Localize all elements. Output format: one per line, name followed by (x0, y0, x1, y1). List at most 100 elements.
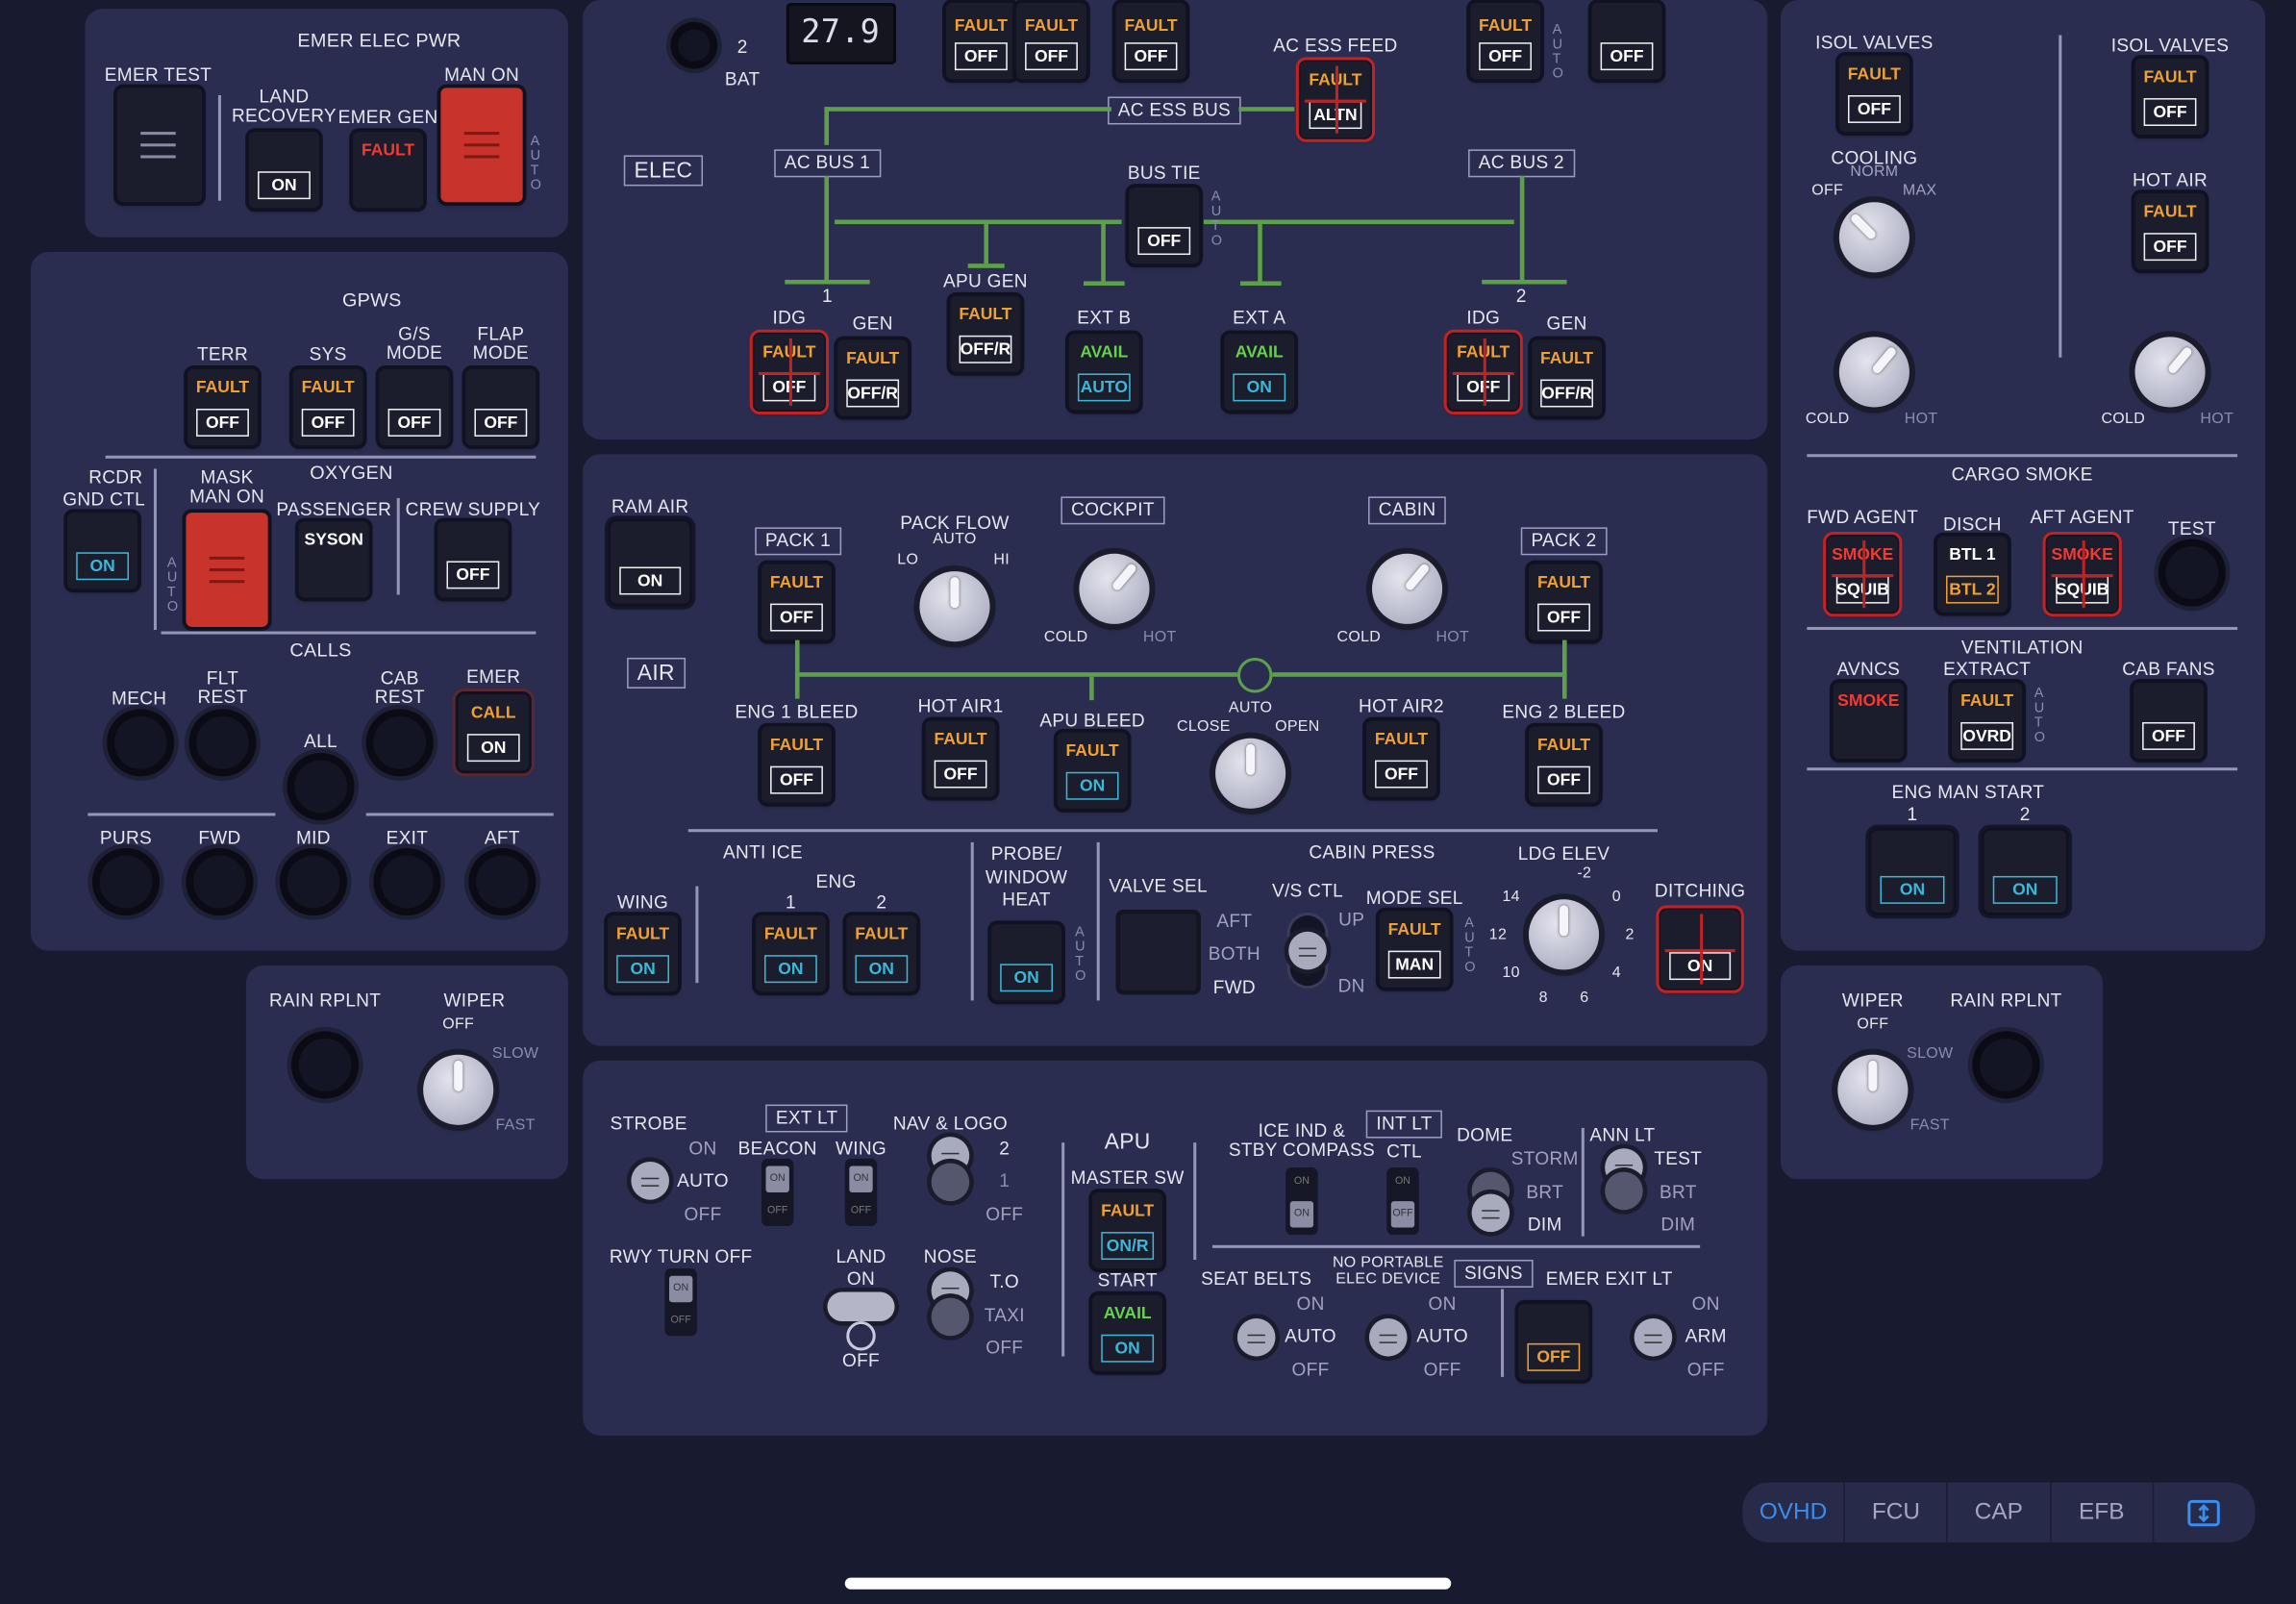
disch-button[interactable]: BTL 1 BTL 2 (1936, 536, 2008, 613)
avncs-button[interactable]: SMOKE (1833, 682, 1904, 760)
ac-ess-feed-button[interactable]: FAULT ALTN (1295, 57, 1376, 142)
hot-air2-button[interactable]: FAULT OFF (1365, 720, 1437, 797)
valve-sel-guard[interactable] (1115, 909, 1201, 995)
ext-a-button[interactable]: AVAIL ON (1224, 334, 1295, 411)
extract-button[interactable]: FAULT OVRD (1952, 682, 2023, 760)
eng1-anti-ice-button[interactable]: FAULT ON (755, 915, 826, 992)
cab-rest-call-button[interactable] (365, 709, 434, 777)
no-portable-switch[interactable] (1368, 1317, 1408, 1357)
apu-gen-button[interactable]: FAULT OFF/R (950, 295, 1021, 372)
gpws-flap-mode-button[interactable]: OFF (465, 368, 537, 446)
gen2-button[interactable]: FAULT OFF/R (1532, 339, 1603, 416)
wiper-left-knob[interactable] (423, 1054, 494, 1125)
elec-top-pb-3[interactable]: FAULT OFF (1115, 3, 1186, 80)
probe-window-heat-button[interactable]: ON (991, 924, 1062, 1001)
idg1-button[interactable]: FAULT OFF (749, 329, 829, 415)
cargo-smoke-test-button[interactable] (2158, 539, 2226, 607)
ctl-toggle[interactable]: OFF ON (1386, 1167, 1419, 1236)
elec-top-pb-4[interactable]: FAULT OFF (1470, 3, 1541, 80)
eng1-bleed-button[interactable]: FAULT OFF (761, 726, 833, 803)
tab-ovhd[interactable]: OVHD (1742, 1482, 1846, 1543)
wing-lt-toggle[interactable]: ON OFF (844, 1158, 878, 1226)
emer-call-button[interactable]: CALL ON (452, 688, 535, 777)
strobe-switch[interactable] (631, 1161, 669, 1200)
bat-2-button[interactable] (670, 21, 718, 69)
pack1-button[interactable]: FAULT OFF (761, 564, 833, 640)
bus-tie-button[interactable]: OFF (1129, 187, 1200, 264)
tab-efb[interactable]: EFB (2051, 1482, 2154, 1543)
wing-anti-ice-button[interactable]: FAULT ON (608, 915, 679, 992)
aft-agent-button[interactable]: SMOKE SQUIB (2042, 531, 2122, 617)
mask-man-on-guarded-button[interactable] (186, 513, 268, 627)
ram-air-button[interactable]: ON (604, 515, 696, 610)
gpws-terr-button[interactable]: FAULT OFF (187, 368, 259, 446)
rain-rplnt-left-button[interactable] (291, 1031, 360, 1099)
emer-test-button[interactable] (116, 88, 203, 203)
fwd-agent-button[interactable]: SMOKE SQUIB (1823, 531, 1903, 617)
man-on-guarded-button[interactable] (440, 88, 523, 203)
all-call-button[interactable] (287, 752, 355, 821)
temp-knob-left[interactable] (1838, 337, 1909, 408)
fwd-call-button[interactable] (186, 847, 254, 916)
exit-call-button[interactable] (373, 847, 441, 916)
resize-icon[interactable] (2154, 1483, 2255, 1542)
cab-fans-button[interactable]: OFF (2133, 682, 2205, 760)
isol-valves-left-button[interactable]: FAULT OFF (1838, 55, 1909, 133)
rcdr-gnd-ctl-button[interactable]: ON (67, 513, 138, 589)
mid-call-button[interactable] (279, 847, 347, 916)
cabin-temp-knob[interactable] (1372, 553, 1443, 624)
eng2-anti-ice-button[interactable]: FAULT ON (846, 915, 917, 992)
cockpit-temp-knob[interactable] (1079, 553, 1150, 624)
bat-num: 2 (736, 37, 748, 58)
gpws-sys-button[interactable]: FAULT OFF (292, 368, 363, 446)
apu-master-sw-button[interactable]: FAULT ON/R (1092, 1191, 1163, 1269)
hot-air-button[interactable]: FAULT OFF (2134, 193, 2206, 270)
rain-rplnt-right-button[interactable] (1972, 1031, 2040, 1099)
aft-call-button[interactable] (468, 847, 537, 916)
hot-air1-button[interactable]: FAULT OFF (925, 720, 996, 797)
apu-bleed-button[interactable]: FAULT ON (1057, 732, 1128, 809)
ext-b-button[interactable]: AVAIL AUTO (1068, 334, 1139, 411)
idg2-button[interactable]: FAULT OFF (1443, 329, 1523, 415)
eng2-bleed-button[interactable]: FAULT OFF (1528, 726, 1600, 803)
emer-exit-lt-button[interactable]: OFF (1518, 1303, 1589, 1380)
tab-fcu[interactable]: FCU (1845, 1482, 1949, 1543)
wiper-right-knob[interactable] (1837, 1054, 1909, 1125)
seat-belts-switch[interactable] (1236, 1317, 1276, 1357)
xbleed-knob[interactable] (1215, 738, 1286, 809)
pack2-button[interactable]: FAULT OFF (1528, 564, 1600, 640)
rwy-turn-off-toggle[interactable]: ON OFF (664, 1268, 697, 1337)
ice-ind-toggle[interactable]: ON ON (1285, 1167, 1318, 1236)
emer-gen-button[interactable]: FAULT (353, 132, 424, 209)
elec-top-pb-2[interactable]: FAULT OFF (1015, 3, 1087, 80)
beacon-toggle[interactable]: ON OFF (761, 1158, 794, 1226)
pack-flow-knob[interactable] (919, 571, 990, 642)
mode-sel-button[interactable]: FAULT MAN (1379, 911, 1450, 988)
ldg-elev-knob[interactable] (1528, 899, 1600, 970)
land-lt-switch[interactable] (827, 1291, 895, 1322)
gpws-gs-mode-button[interactable]: OFF (379, 368, 450, 446)
crew-supply-button[interactable]: OFF (437, 521, 509, 598)
ctl-label: CTL (1386, 1140, 1422, 1162)
land-recovery-button[interactable]: ON (248, 132, 320, 209)
passenger-oxygen-button[interactable]: SYSON (298, 521, 369, 598)
eng-man-start-1-button[interactable]: ON (1865, 824, 1959, 919)
ditching-guarded-button[interactable]: ON (1656, 905, 1744, 993)
isol-valves-right-button[interactable]: FAULT OFF (2134, 58, 2206, 136)
apu-start-button[interactable]: AVAIL ON (1092, 1294, 1163, 1371)
gen1-button[interactable]: FAULT OFF/R (837, 339, 909, 416)
tab-cap[interactable]: CAP (1948, 1482, 2052, 1543)
vs-ctl-lever[interactable] (1288, 931, 1327, 970)
temp-knob-right[interactable] (2134, 337, 2206, 408)
dome-switch[interactable] (1471, 1193, 1510, 1233)
flt-rest-call-button[interactable] (188, 709, 257, 777)
emer-exit-switch[interactable] (1634, 1317, 1673, 1357)
elec-top-pb-1[interactable]: FAULT OFF (945, 3, 1016, 80)
purs-call-button[interactable] (91, 847, 161, 916)
elec-top-pb-5[interactable]: OFF (1591, 3, 1662, 80)
mech-call-button[interactable] (107, 709, 175, 777)
cooling-knob[interactable] (1838, 202, 1909, 273)
eng-man-start-2-button[interactable]: ON (1978, 824, 2072, 919)
bus-line (1239, 281, 1282, 287)
ldg-scale-14: 14 (1502, 888, 1520, 906)
